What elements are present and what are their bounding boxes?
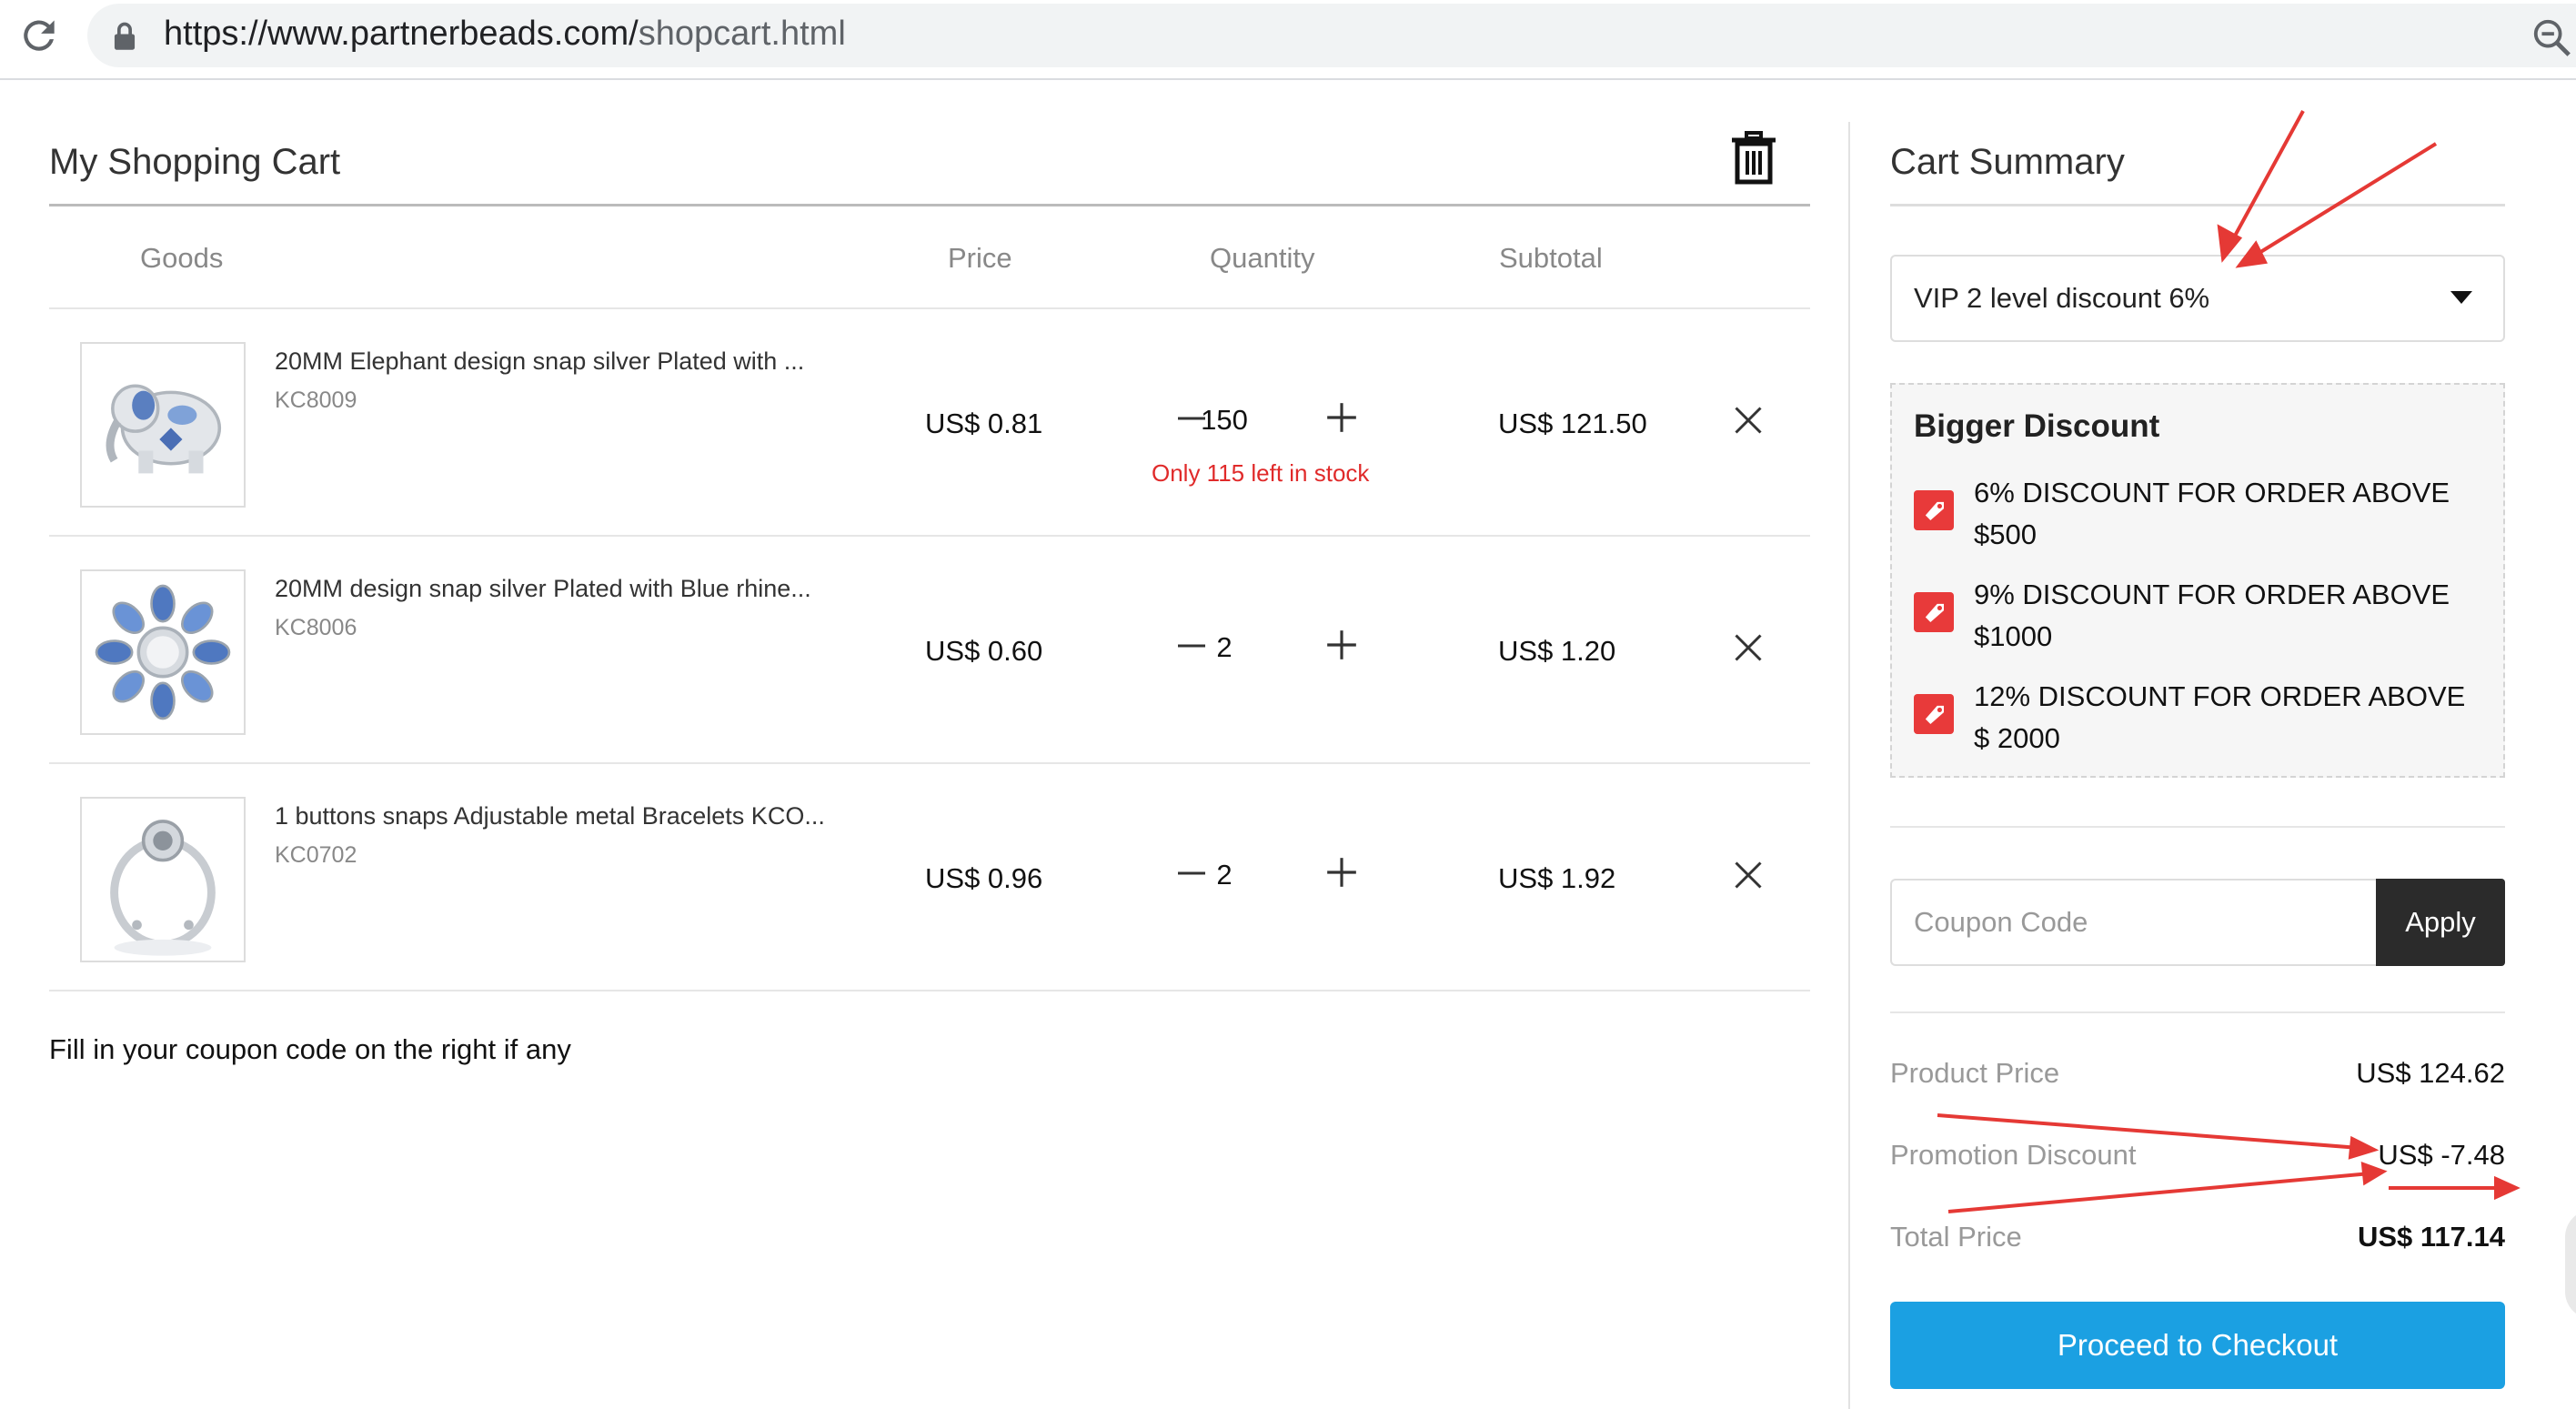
stock-warning: Only 115 left in stock <box>1152 459 1370 487</box>
annotation-arrow-head <box>2494 1175 2521 1201</box>
caret-down-icon <box>2450 291 2472 304</box>
vip-discount-select[interactable]: VIP 2 level discount 6% <box>1890 255 2505 342</box>
trash-icon[interactable] <box>1730 131 1777 186</box>
column-quantity: Quantity <box>1210 242 1315 274</box>
plus-icon[interactable] <box>1324 855 1359 890</box>
column-divider <box>1848 122 1850 1409</box>
browser-toolbar: https://www.partnerbeads.com/shopcart.ht… <box>0 0 2576 80</box>
cart-title: My Shopping Cart <box>49 142 341 182</box>
proceed-to-checkout-button[interactable]: Proceed to Checkout <box>1890 1302 2505 1389</box>
tag-icon <box>1914 490 1954 530</box>
summary-divider <box>1890 826 2505 828</box>
bigger-discount-box: Bigger Discount 6% DISCOUNT FOR ORDER AB… <box>1890 383 2505 778</box>
row-divider <box>49 990 1810 991</box>
product-image-flower[interactable] <box>80 569 246 735</box>
quantity-value[interactable]: 150 <box>1197 404 1252 437</box>
cart-item: 20MM design snap silver Plated with Blue… <box>49 537 1810 762</box>
plus-icon[interactable] <box>1324 400 1359 435</box>
promotion-discount-value: US$ -7.48 <box>2378 1139 2505 1171</box>
product-sku: KC8006 <box>275 615 357 640</box>
product-image-bracelet[interactable] <box>80 797 246 962</box>
coupon-hint: Fill in your coupon code on the right if… <box>49 1033 571 1065</box>
annotation-arrow <box>2227 110 2305 248</box>
annotation-arrow-head <box>2217 224 2243 263</box>
product-price-label: Product Price <box>1890 1057 2060 1089</box>
discount-tier-text: 12% DISCOUNT FOR ORDER ABOVE $ 2000 <box>1974 680 2466 754</box>
unit-price: US$ 0.60 <box>925 635 1043 667</box>
url-text[interactable]: https://www.partnerbeads.com/shopcart.ht… <box>164 15 846 54</box>
product-name[interactable]: 1 buttons snaps Adjustable metal Bracele… <box>275 802 825 830</box>
title-divider <box>49 204 1810 206</box>
annotation-arrow <box>1947 1172 2371 1213</box>
address-bar[interactable]: https://www.partnerbeads.com/shopcart.ht… <box>87 4 2576 67</box>
total-price-value: US$ 117.14 <box>2357 1221 2505 1253</box>
apply-button[interactable]: Apply <box>2376 879 2505 966</box>
unit-price: US$ 0.81 <box>925 408 1043 439</box>
annotation-arrow <box>2249 142 2438 260</box>
bigger-discount-title: Bigger Discount <box>1914 408 2160 444</box>
close-icon[interactable] <box>1732 404 1765 437</box>
cart-item: 1 buttons snaps Adjustable metal Bracele… <box>49 764 1810 990</box>
product-sku: KC0702 <box>275 842 357 868</box>
quantity-value[interactable]: 2 <box>1197 859 1252 891</box>
item-subtotal: US$ 1.92 <box>1498 862 1616 894</box>
product-price-value: US$ 124.62 <box>2356 1057 2505 1089</box>
product-sku: KC8009 <box>275 387 357 413</box>
discount-tier-text: 6% DISCOUNT FOR ORDER ABOVE $500 <box>1974 477 2450 550</box>
discount-tier-text: 9% DISCOUNT FOR ORDER ABOVE $1000 <box>1974 579 2450 652</box>
coupon-input[interactable]: Coupon Code <box>1890 879 2376 966</box>
product-name[interactable]: 20MM design snap silver Plated with Blue… <box>275 575 811 603</box>
summary-title: Cart Summary <box>1890 142 2125 182</box>
annotation-arrow-head <box>2348 1135 2380 1160</box>
url-path: shopcart.html <box>638 15 846 53</box>
lock-icon <box>114 22 136 50</box>
zoom-icon[interactable] <box>2531 16 2572 58</box>
item-subtotal: US$ 121.50 <box>1498 408 1647 439</box>
vip-discount-value: VIP 2 level discount 6% <box>1914 282 2210 314</box>
unit-price: US$ 0.96 <box>925 862 1043 894</box>
reload-icon[interactable] <box>16 13 62 58</box>
column-price: Price <box>948 242 1012 274</box>
plus-icon[interactable] <box>1324 628 1359 662</box>
promotion-discount-label: Promotion Discount <box>1890 1139 2137 1171</box>
summary-divider <box>1890 204 2505 206</box>
column-subtotal: Subtotal <box>1499 242 1603 274</box>
edge-widget[interactable] <box>2565 1210 2576 1319</box>
close-icon[interactable] <box>1732 631 1765 664</box>
coupon-placeholder: Coupon Code <box>1914 906 2088 938</box>
item-subtotal: US$ 1.20 <box>1498 635 1616 667</box>
column-goods: Goods <box>140 242 224 274</box>
total-price-label: Total Price <box>1890 1221 2022 1253</box>
product-name[interactable]: 20MM Elephant design snap silver Plated … <box>275 347 804 376</box>
summary-divider <box>1890 1011 2505 1013</box>
close-icon[interactable] <box>1732 859 1765 891</box>
url-domain: https://www.partnerbeads.com/ <box>164 15 639 53</box>
quantity-value[interactable]: 2 <box>1197 631 1252 664</box>
tag-icon <box>1914 592 1954 632</box>
product-image-elephant[interactable] <box>80 342 246 508</box>
cart-item: 20MM Elephant design snap silver Plated … <box>49 309 1810 535</box>
tag-icon <box>1914 694 1954 734</box>
